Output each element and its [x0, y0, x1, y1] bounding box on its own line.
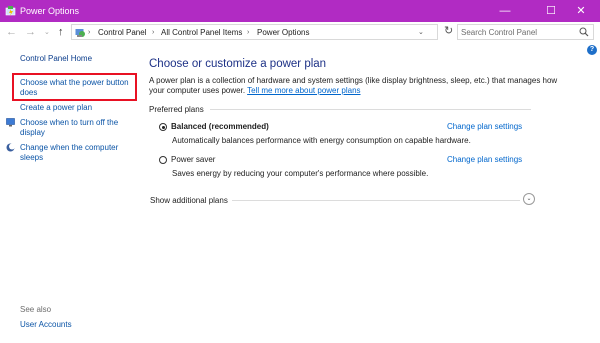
plan-name-power-saver[interactable]: Power saver [171, 155, 215, 164]
create-power-plan-link[interactable]: Create a power plan [20, 103, 92, 113]
power-options-icon [5, 6, 16, 16]
minimize-button[interactable]: — [486, 0, 524, 22]
control-panel-home-link[interactable]: Control Panel Home [20, 54, 92, 64]
plan-description-power-saver: Saves energy by reducing your computer's… [172, 169, 429, 178]
plan-name-balanced[interactable]: Balanced (recommended) [171, 122, 269, 131]
change-plan-settings-link[interactable]: Change plan settings [447, 155, 522, 164]
page-title: Choose or customize a power plan [149, 58, 327, 70]
breadcrumb-separator-icon[interactable]: › [88, 28, 90, 37]
search-box[interactable] [457, 24, 594, 40]
learn-more-link[interactable]: Tell me more about power plans [247, 86, 360, 95]
show-additional-plans-label[interactable]: Show additional plans [150, 196, 228, 205]
refresh-icon[interactable]: ↻ [444, 24, 453, 38]
forward-arrow-icon[interactable]: → [25, 25, 36, 39]
see-also-label: See also [20, 305, 52, 314]
breadcrumb-control-panel[interactable]: Control Panel [98, 28, 146, 37]
recent-locations-chevron-icon[interactable]: ⌄ [44, 26, 50, 40]
up-arrow-icon[interactable]: ↑ [58, 25, 64, 39]
address-row: ← → ⌄ ↑ › Control Panel › All Control Pa… [0, 22, 600, 43]
breadcrumb-separator-icon[interactable]: › [247, 28, 249, 37]
divider [232, 200, 520, 201]
turn-off-display-link[interactable]: Choose when to turn off the display [20, 118, 132, 137]
plan-description-balanced: Automatically balances performance with … [172, 136, 471, 145]
change-plan-settings-link[interactable]: Change plan settings [447, 122, 522, 131]
window-title: Power Options [20, 6, 80, 16]
back-arrow-icon[interactable]: ← [6, 25, 17, 39]
sleep-moon-icon [6, 143, 15, 152]
control-panel-icon [75, 29, 85, 37]
chevron-down-icon[interactable]: ⌄ [523, 193, 535, 205]
power-button-link[interactable]: Choose what the power button does [20, 78, 136, 97]
computer-sleeps-link[interactable]: Change when the computer sleeps [20, 143, 132, 162]
user-accounts-link[interactable]: User Accounts [20, 320, 72, 330]
divider [210, 109, 531, 110]
breadcrumb-all-items[interactable]: All Control Panel Items [161, 28, 242, 37]
breadcrumb-power-options[interactable]: Power Options [257, 28, 309, 37]
help-icon[interactable]: ? [587, 45, 597, 55]
address-bar[interactable]: › Control Panel › All Control Panel Item… [71, 24, 438, 40]
balanced-radio[interactable] [159, 123, 167, 131]
preferred-plans-label: Preferred plans [149, 105, 204, 114]
search-input[interactable] [461, 26, 571, 38]
monitor-icon [6, 118, 15, 127]
power-saver-radio[interactable] [159, 156, 167, 164]
address-dropdown-icon[interactable]: ⌄ [418, 28, 424, 36]
title-bar: Power Options — ☐ ✕ [0, 0, 600, 22]
close-button[interactable]: ✕ [562, 0, 600, 22]
search-icon[interactable] [579, 27, 589, 37]
page-description: A power plan is a collection of hardware… [149, 76, 569, 96]
breadcrumb-separator-icon[interactable]: › [152, 28, 154, 37]
